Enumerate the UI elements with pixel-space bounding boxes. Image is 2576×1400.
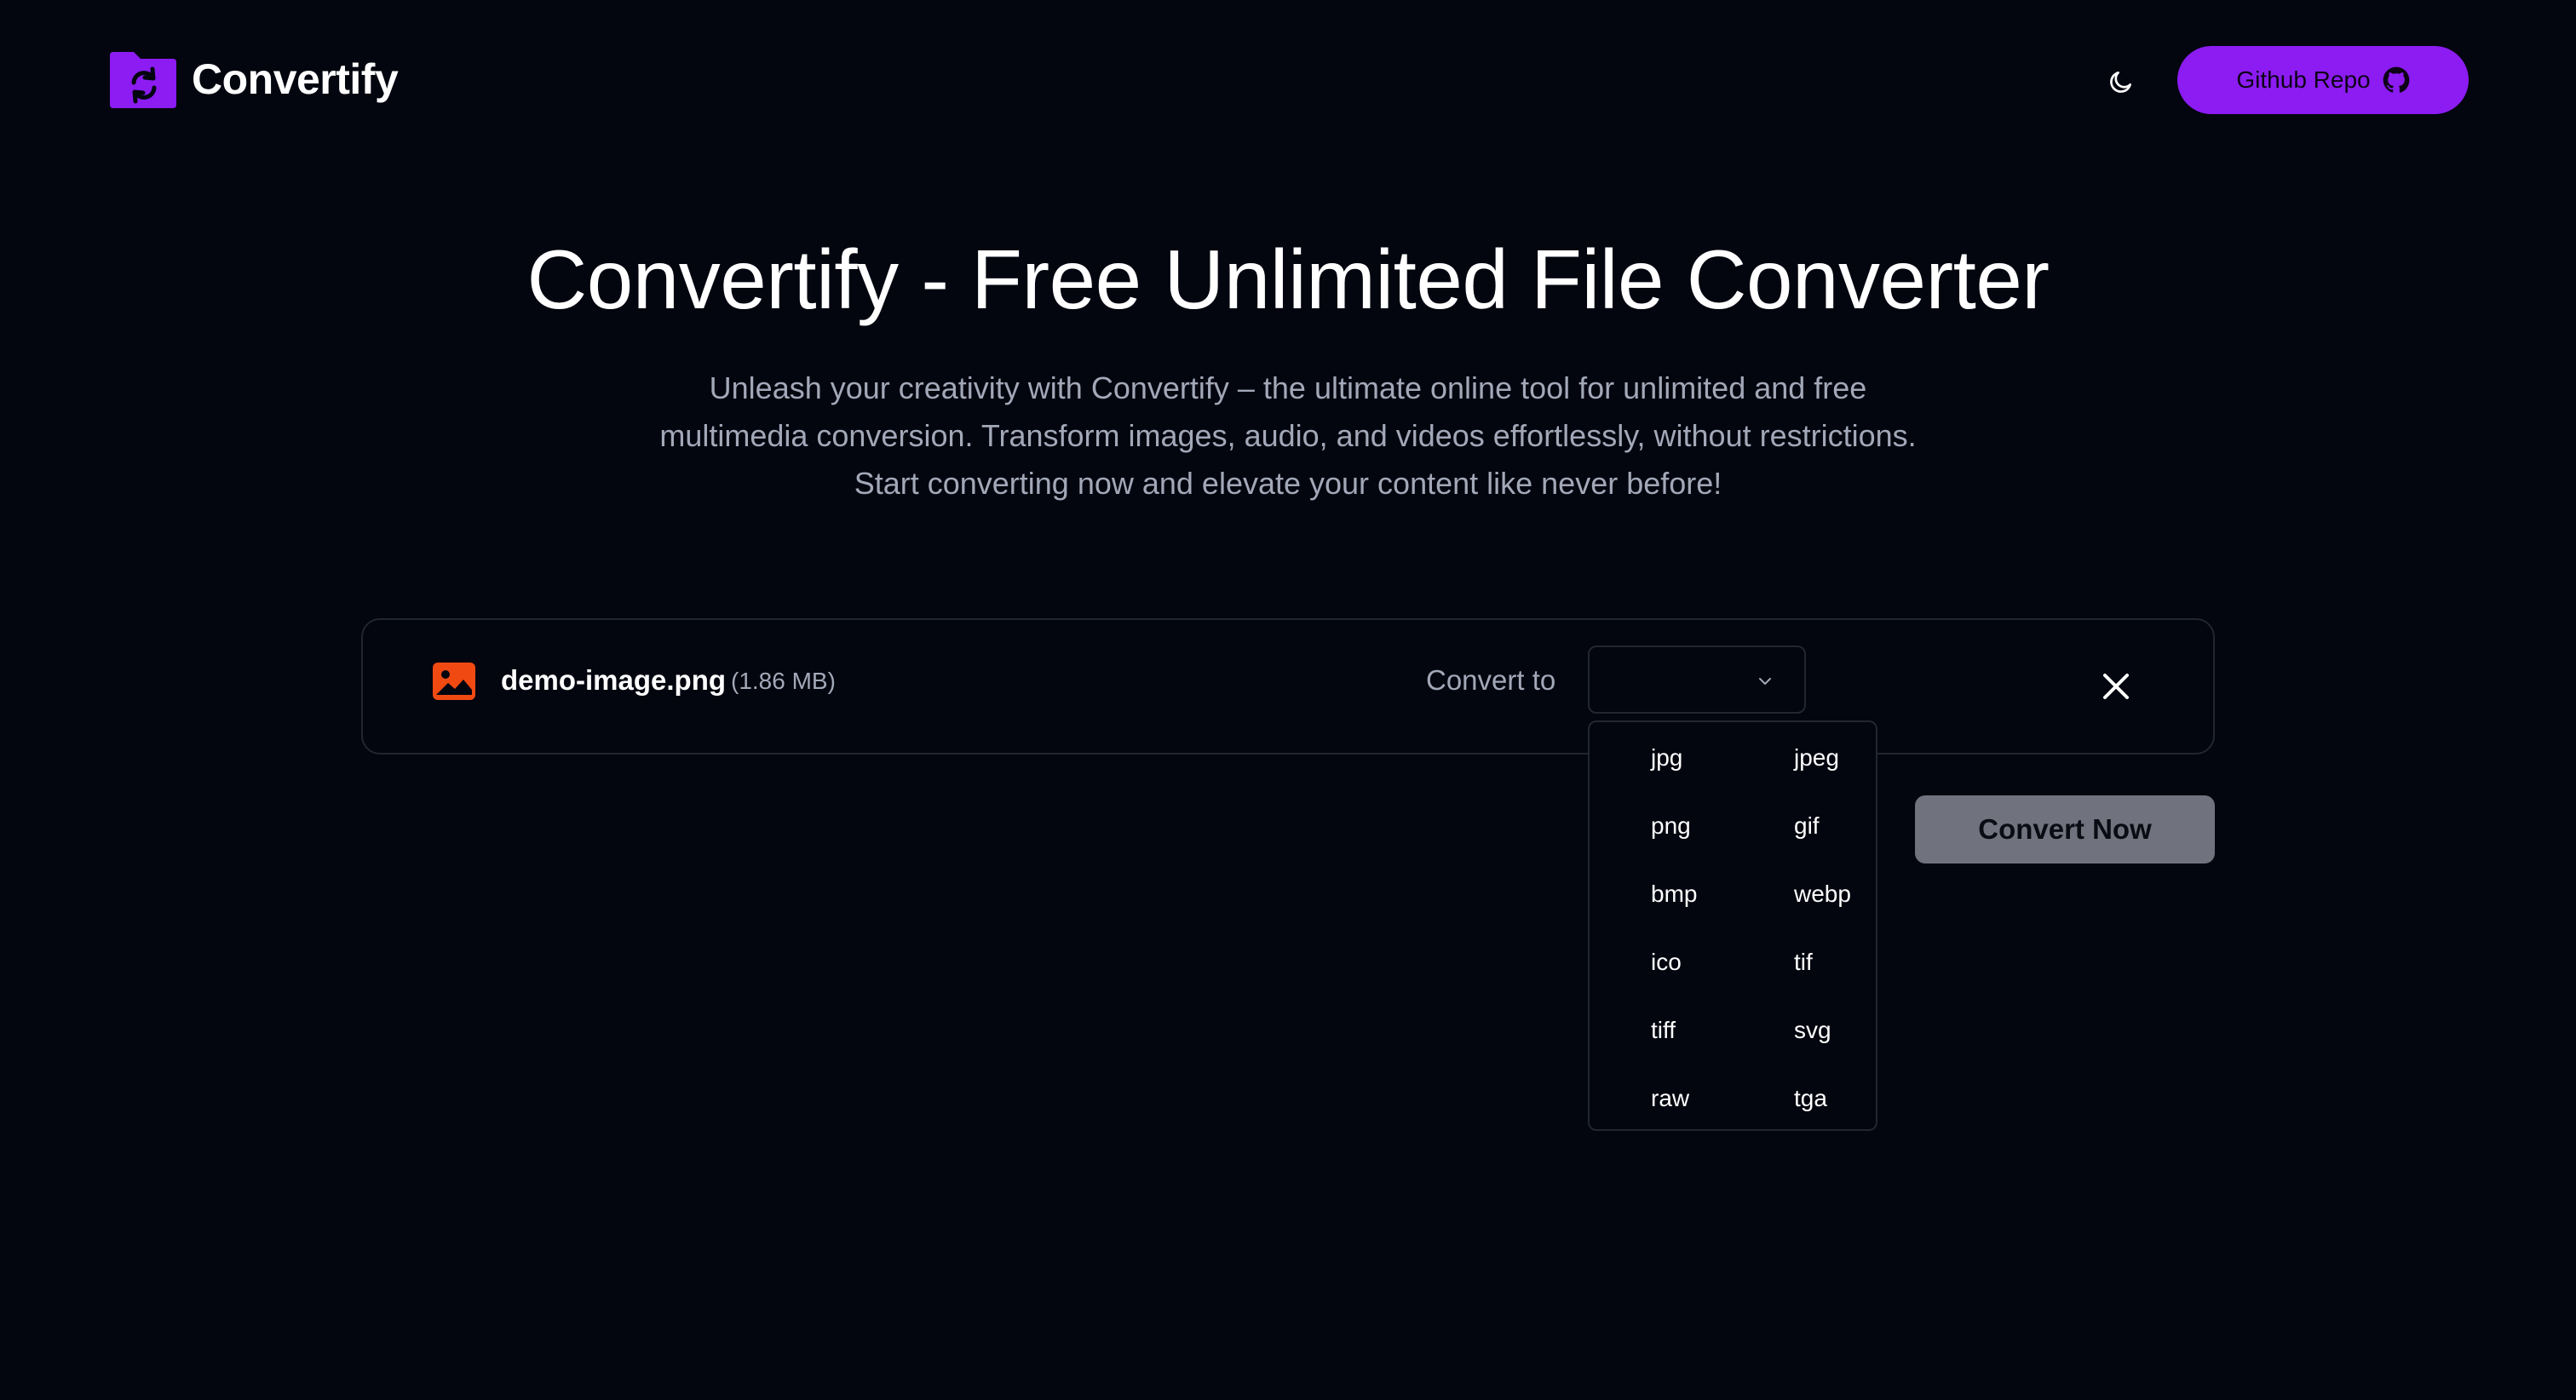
github-icon <box>2383 66 2409 93</box>
convert-now-button[interactable]: Convert Now <box>1915 795 2215 864</box>
format-option-bmp[interactable]: bmp <box>1651 870 1779 918</box>
format-option-webp[interactable]: webp <box>1794 870 1922 918</box>
chevron-down-icon <box>1759 678 1771 685</box>
format-option-tif[interactable]: tif <box>1794 938 1922 986</box>
file-row: demo-image.png (1.86 MB) Convert to <box>361 618 2215 755</box>
convert-to-label: Convert to <box>1426 664 1556 696</box>
page-title: Convertify - Free Unlimited File Convert… <box>526 232 2050 326</box>
format-option-ico[interactable]: ico <box>1651 938 1779 986</box>
brand-logo[interactable]: Convertify <box>108 49 399 110</box>
brand-name: Convertify <box>192 55 399 103</box>
format-dropdown: jpg jpeg png gif bmp webp ico tif tiff s… <box>1588 720 1877 1131</box>
close-icon <box>2103 674 2129 699</box>
format-option-gif[interactable]: gif <box>1794 802 1922 850</box>
folder-convert-icon <box>110 52 176 108</box>
file-size: (1.86 MB) <box>731 668 836 694</box>
github-repo-label: Github Repo <box>2236 66 2371 93</box>
image-file-icon <box>433 663 475 700</box>
page-subtitle: Unleash your creativity with Convertify … <box>659 370 1917 501</box>
header: Convertify Github Repo <box>0 0 2576 162</box>
format-option-svg[interactable]: svg <box>1794 1007 1922 1054</box>
moon-icon <box>2110 72 2131 93</box>
format-option-raw[interactable]: raw <box>1651 1075 1779 1122</box>
format-option-tiff[interactable]: tiff <box>1651 1007 1779 1054</box>
format-option-jpg[interactable]: jpg <box>1651 734 1779 782</box>
format-option-png[interactable]: png <box>1651 802 1779 850</box>
file-name: demo-image.png <box>501 664 727 696</box>
github-repo-button[interactable]: Github Repo <box>2177 46 2469 114</box>
page: Convertify Github Repo Convertify - Free… <box>0 0 2576 1400</box>
theme-toggle-button[interactable] <box>2097 58 2145 106</box>
format-option-jpeg[interactable]: jpeg <box>1794 734 1922 782</box>
format-select[interactable] <box>1588 645 1806 714</box>
format-option-tga[interactable]: tga <box>1794 1075 1922 1122</box>
remove-file-button[interactable] <box>2090 661 2142 712</box>
